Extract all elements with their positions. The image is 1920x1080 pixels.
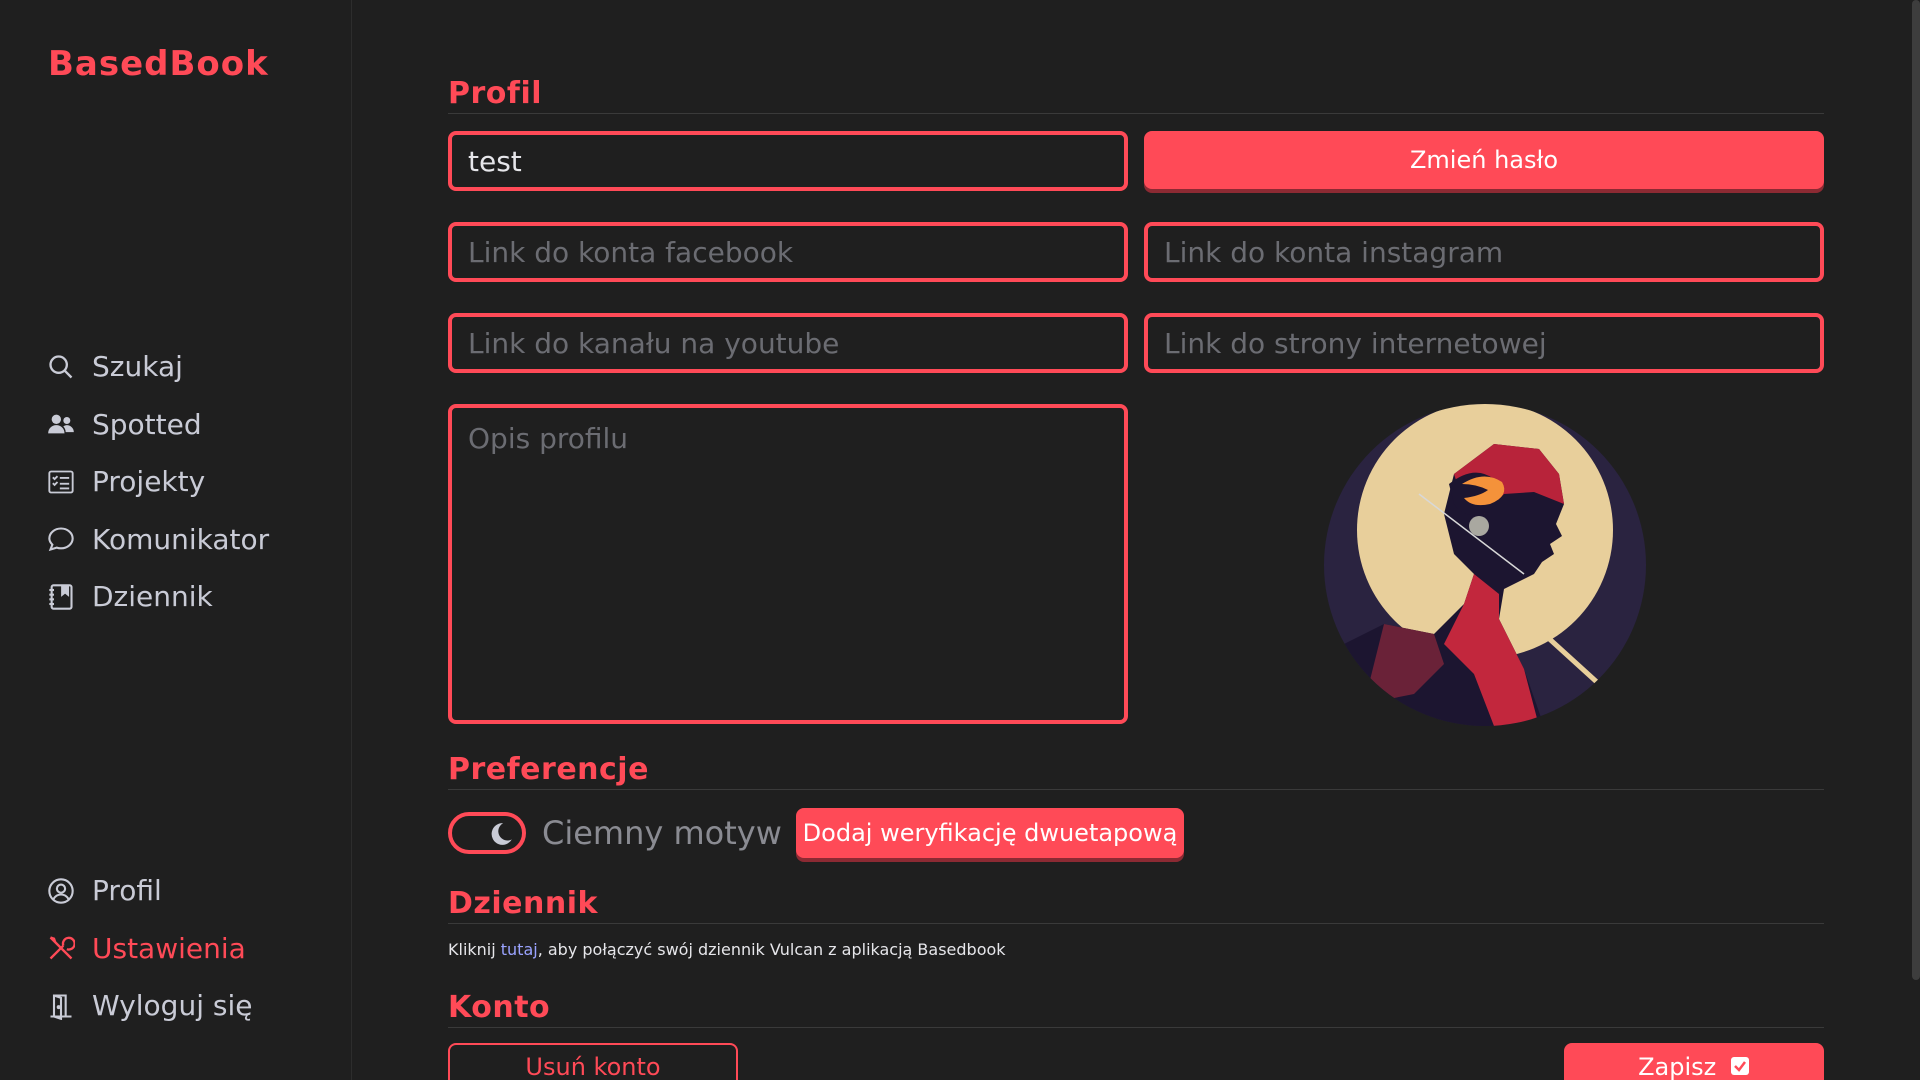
sidebar: BasedBook Szukaj Spotted Projekty Komuni… (0, 0, 352, 1080)
sidebar-item-label: Szukaj (92, 350, 183, 384)
dark-theme-label: Ciemny motyw (542, 814, 782, 852)
profile-section-title: Profil (448, 76, 1824, 114)
sidebar-item-label: Profil (92, 874, 162, 908)
notebook-icon (46, 582, 76, 612)
journal-section-title: Dziennik (448, 886, 1824, 924)
delete-account-button[interactable]: Usuń konto (448, 1043, 738, 1080)
youtube-link-input[interactable] (448, 313, 1128, 373)
sidebar-item-label: Komunikator (92, 522, 270, 556)
sidebar-item-szukaj[interactable]: Szukaj (46, 338, 269, 396)
two-factor-button[interactable]: Dodaj weryfikację dwuetapową (796, 808, 1184, 858)
profile-description-textarea[interactable] (448, 404, 1128, 724)
search-icon (46, 352, 76, 382)
instagram-link-input[interactable] (1144, 222, 1824, 282)
journal-connect-note: Kliknij tutaj, aby połączyć swój dzienni… (448, 940, 1006, 959)
sidebar-item-label: Dziennik (92, 580, 213, 614)
sidebar-item-ustawienia[interactable]: Ustawienia (46, 920, 252, 978)
sidebar-item-dziennik[interactable]: Dziennik (46, 568, 269, 626)
sidebar-item-label: Spotted (92, 407, 202, 441)
checklist-icon (46, 467, 76, 497)
users-icon (46, 409, 76, 439)
profile-avatar[interactable] (1324, 404, 1646, 726)
sidebar-item-komunikator[interactable]: Komunikator (46, 511, 269, 569)
sidebar-item-label: Projekty (92, 465, 206, 499)
sidebar-item-label: Ustawienia (92, 931, 246, 965)
journal-connect-link[interactable]: tutaj (501, 940, 538, 959)
sidebar-item-profil[interactable]: Profil (46, 862, 252, 920)
chat-bubble-icon (46, 524, 76, 554)
sidebar-item-projekty[interactable]: Projekty (46, 453, 269, 511)
sidebar-item-spotted[interactable]: Spotted (46, 396, 269, 454)
username-input[interactable] (448, 131, 1128, 191)
save-button[interactable]: Zapisz (1564, 1043, 1824, 1080)
sidebar-item-label: Wyloguj się (92, 989, 253, 1023)
moon-icon (488, 821, 514, 847)
user-circle-icon (46, 876, 76, 906)
app-logo[interactable]: BasedBook (48, 44, 269, 84)
sidebar-nav-top: Szukaj Spotted Projekty Komunikator Dzie… (46, 338, 269, 626)
account-section-title: Konto (448, 990, 1824, 1028)
door-icon (46, 991, 76, 1021)
sidebar-item-wyloguj[interactable]: Wyloguj się (46, 977, 252, 1035)
tools-icon (46, 933, 76, 963)
preferences-section-title: Preferencje (448, 752, 1824, 790)
change-password-button[interactable]: Zmień hasło (1144, 131, 1824, 189)
page-scrollbar[interactable] (1912, 0, 1920, 980)
checkbox-check-icon (1730, 1054, 1750, 1080)
sidebar-nav-bottom: Profil Ustawienia Wyloguj się (46, 862, 252, 1035)
website-link-input[interactable] (1144, 313, 1824, 373)
dark-theme-toggle[interactable] (448, 812, 526, 854)
facebook-link-input[interactable] (448, 222, 1128, 282)
